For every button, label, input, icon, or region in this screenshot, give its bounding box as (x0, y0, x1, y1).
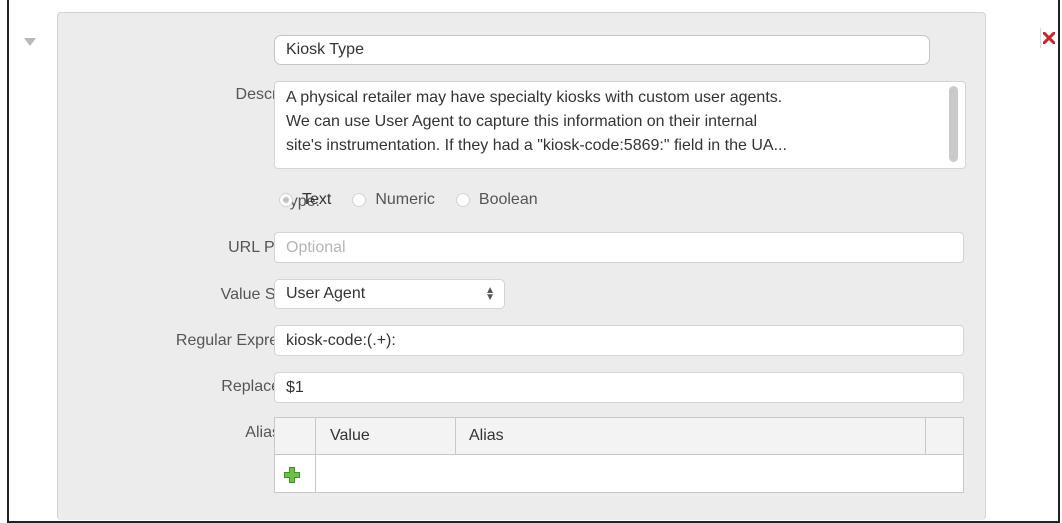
description-value: A physical retailer may have specialty k… (286, 89, 787, 154)
type-option-boolean-label[interactable]: Boolean (479, 191, 538, 209)
replacement-input[interactable]: $1 (274, 372, 964, 403)
name-input[interactable]: Kiosk Type (274, 35, 930, 65)
collapse-triangle-icon[interactable] (24, 38, 36, 46)
name-value: Kiosk Type (286, 41, 364, 58)
alias-map-table: Value Alias (274, 417, 964, 493)
value-source-select[interactable]: User Agent ▲ ▼ (274, 279, 505, 309)
description-textarea[interactable]: A physical retailer may have specialty k… (274, 81, 966, 169)
alias-map-header: Value Alias (275, 418, 963, 455)
column-divider (315, 418, 316, 492)
column-divider (455, 418, 456, 455)
alias-column-value[interactable]: Value (330, 427, 370, 445)
value-source-value: User Agent (286, 285, 366, 302)
add-row-plus-icon[interactable] (283, 466, 301, 484)
divider (1040, 28, 1041, 48)
replacement-value: $1 (286, 378, 304, 396)
regular-expression-value: kiosk-code:(.+): (286, 331, 396, 349)
type-radio-group: Text Numeric Boolean (279, 188, 559, 212)
type-radio-text[interactable] (279, 193, 293, 207)
url-pattern-input[interactable]: Optional (274, 232, 964, 263)
alias-column-alias[interactable]: Alias (469, 427, 504, 445)
type-radio-numeric[interactable] (352, 193, 367, 207)
url-pattern-placeholder: Optional (286, 238, 346, 256)
regular-expression-input[interactable]: kiosk-code:(.+): (274, 325, 964, 356)
type-radio-boolean[interactable] (455, 193, 470, 207)
column-divider (925, 418, 926, 455)
type-option-text-label[interactable]: Text (302, 191, 331, 209)
description-scrollbar[interactable] (949, 86, 958, 162)
select-arrows-icon: ▲ ▼ (485, 285, 495, 303)
type-option-numeric-label[interactable]: Numeric (375, 191, 435, 209)
red-x-icon[interactable] (1043, 32, 1055, 44)
remove-item-button[interactable] (1040, 28, 1055, 48)
